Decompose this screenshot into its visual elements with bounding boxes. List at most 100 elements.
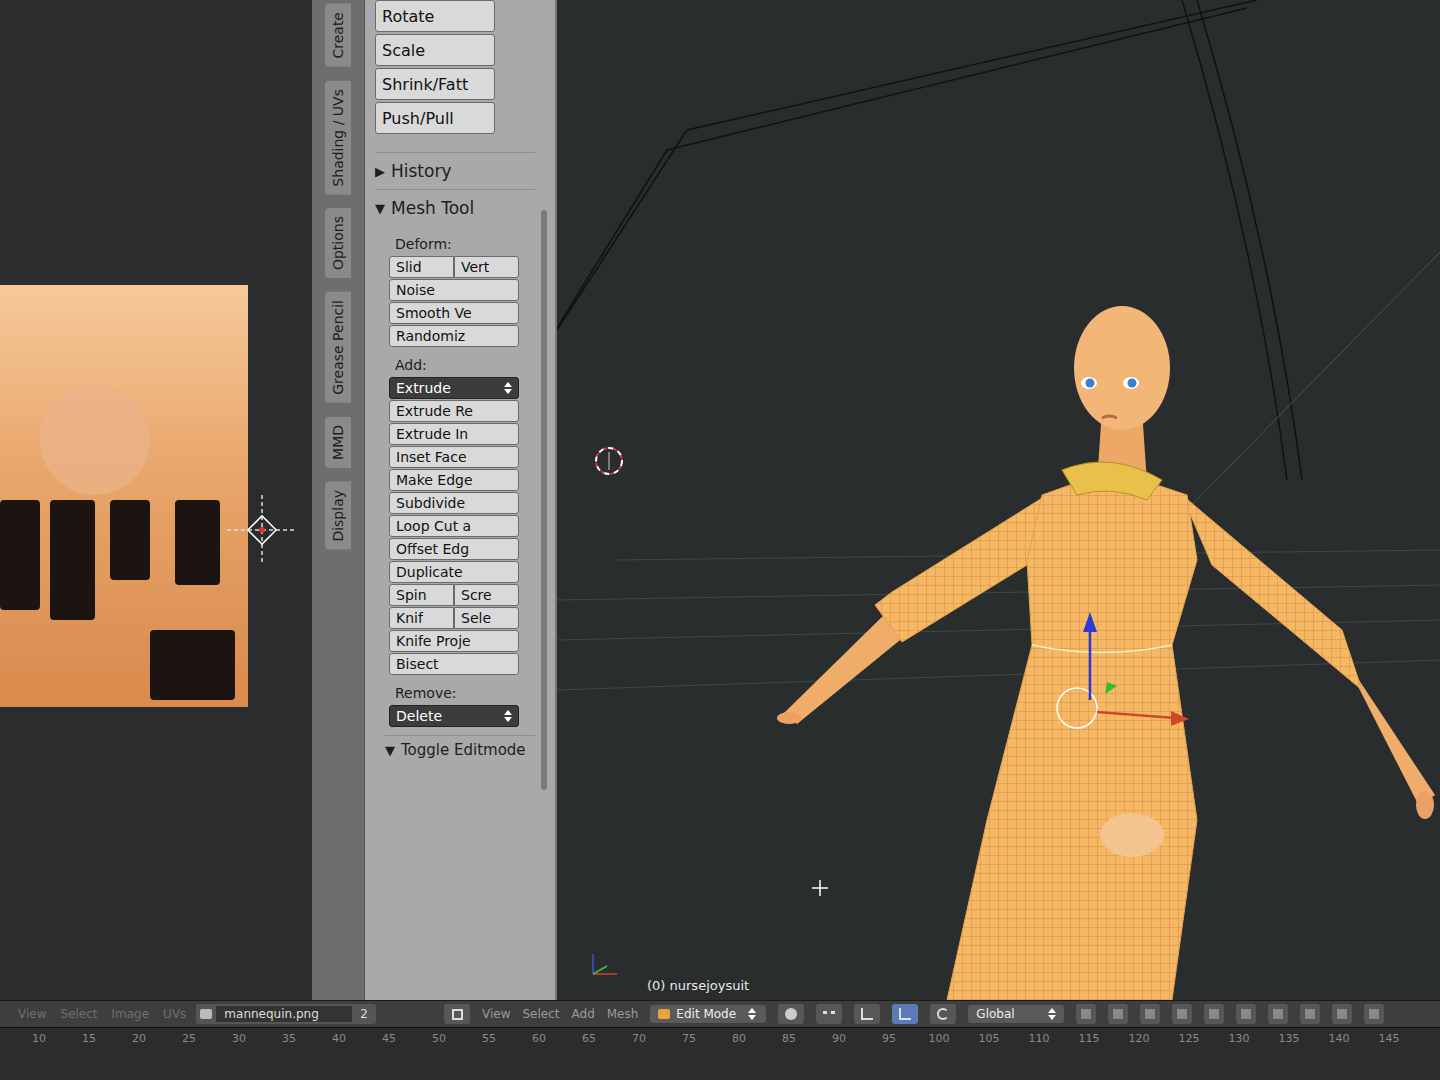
tool-button[interactable]: Duplicate — [389, 561, 519, 583]
frame-tick: 65 — [564, 1032, 614, 1045]
frame-tick: 105 — [964, 1032, 1014, 1045]
frame-tick: 75 — [664, 1032, 714, 1045]
tool-section: Deform:SlidVertNoiseSmooth VeRandomiz — [389, 232, 535, 347]
transform-gizmo-icon[interactable] — [1057, 612, 1189, 728]
dropdown-arrows-icon — [504, 382, 512, 394]
menu-item[interactable]: Select — [60, 1007, 97, 1021]
3d-cursor-icon[interactable] — [596, 448, 622, 474]
menu-item[interactable]: Image — [112, 1007, 150, 1021]
header-tool-icon[interactable] — [1076, 1004, 1096, 1024]
right-eye — [1123, 377, 1139, 389]
tool-button[interactable]: Knif — [389, 607, 454, 629]
image-name: mannequin.png — [216, 1006, 352, 1022]
tool-button[interactable]: Extrude Re — [389, 400, 519, 422]
header-tool-icon[interactable] — [1140, 1004, 1160, 1024]
tool-tab[interactable]: Display — [325, 482, 351, 550]
translate-icon[interactable] — [892, 1004, 918, 1024]
frame-tick: 70 — [614, 1032, 664, 1045]
character-model[interactable] — [777, 306, 1435, 1000]
menu-item[interactable]: Select — [522, 1007, 559, 1021]
tool-button[interactable]: Sele — [454, 607, 519, 629]
image-editor[interactable] — [0, 0, 312, 1000]
editor-type-icon[interactable] — [444, 1004, 470, 1024]
shading-icon[interactable] — [778, 1004, 804, 1024]
button-label: Make Edge — [396, 472, 473, 488]
orientation-label: Global — [976, 1007, 1014, 1021]
tool-tab[interactable]: MMD — [325, 417, 351, 468]
button-row: Subdivide — [389, 492, 519, 514]
pivot-icon[interactable] — [816, 1004, 842, 1024]
waist-seam — [1032, 645, 1172, 653]
rotate-icon[interactable] — [930, 1004, 956, 1024]
frame-tick: 115 — [1064, 1032, 1114, 1045]
header-tool-icon[interactable] — [1172, 1004, 1192, 1024]
tool-button[interactable]: Vert — [454, 256, 519, 278]
transform-button[interactable]: Shrink/Fatt — [375, 68, 495, 100]
tool-button[interactable]: Slid — [389, 256, 454, 278]
orientation-dropdown[interactable]: Global — [968, 1005, 1064, 1023]
texture-part — [150, 630, 235, 700]
transform-button[interactable]: Rotate — [375, 0, 495, 32]
mouth — [1102, 416, 1117, 418]
texture-part — [110, 500, 150, 580]
header-tool-icon[interactable] — [1236, 1004, 1256, 1024]
panel-header[interactable]: ▶History — [375, 152, 535, 189]
panel-header[interactable]: ▼Mesh Tool — [375, 189, 535, 226]
shelf-scrollbar[interactable] — [541, 210, 547, 790]
frame-tick: 20 — [114, 1032, 164, 1045]
y-axis-line — [1177, 250, 1440, 520]
tool-tab[interactable]: Shading / UVs — [325, 81, 351, 195]
header-tool-icon[interactable] — [1300, 1004, 1320, 1024]
2d-cursor-icon[interactable] — [227, 495, 297, 565]
tool-tab[interactable]: Create — [325, 4, 351, 67]
tool-dropdown[interactable]: Extrude — [389, 377, 519, 399]
mode-dropdown[interactable]: Edit Mode — [650, 1005, 766, 1023]
transform-button[interactable]: Push/Pull — [375, 102, 495, 134]
tool-button[interactable]: Bisect — [389, 653, 519, 675]
manipulator-icon[interactable] — [854, 1004, 880, 1024]
tool-button[interactable]: Noise — [389, 279, 519, 301]
image-icon — [200, 1009, 212, 1019]
button-row: Inset Face — [389, 446, 519, 468]
frame-tick: 10 — [14, 1032, 64, 1045]
tool-button[interactable]: Randomiz — [389, 325, 519, 347]
transform-buttons: RotateScaleShrink/FattPush/Pull — [375, 0, 535, 134]
header-tool-icon[interactable] — [1268, 1004, 1288, 1024]
tool-button[interactable]: Inset Face — [389, 446, 519, 468]
timeline-ruler[interactable]: 1015202530354045505560657075808590951001… — [0, 1027, 1440, 1080]
menu-item[interactable]: View — [482, 1007, 510, 1021]
button-label: Randomiz — [396, 328, 465, 344]
button-row: Extrude Re — [389, 400, 519, 422]
tool-button[interactable]: Spin — [389, 584, 454, 606]
tool-button[interactable]: Knife Proje — [389, 630, 519, 652]
tool-tab[interactable]: Options — [325, 208, 351, 278]
tool-button[interactable]: Scre — [454, 584, 519, 606]
transform-button[interactable]: Scale — [375, 34, 495, 66]
3d-viewport[interactable]: (0) nursejoysuit — [557, 0, 1440, 1000]
header-tool-icon[interactable] — [1332, 1004, 1352, 1024]
tool-button[interactable]: Loop Cut a — [389, 515, 519, 537]
texture-image[interactable] — [0, 285, 248, 707]
menu-item[interactable]: UVs — [163, 1007, 186, 1021]
menu-item[interactable]: Add — [572, 1007, 595, 1021]
button-label: Slid — [396, 259, 422, 275]
panel-label: Mesh Tool — [391, 198, 474, 218]
image-selector[interactable]: mannequin.png2 — [196, 1004, 376, 1024]
texture-part — [175, 500, 220, 585]
menu-item[interactable]: Mesh — [607, 1007, 639, 1021]
button-label: Vert — [461, 259, 489, 275]
header-tool-icon[interactable] — [1108, 1004, 1128, 1024]
menu-item[interactable]: View — [18, 1007, 46, 1021]
tool-button[interactable]: Subdivide — [389, 492, 519, 514]
collar — [1062, 462, 1162, 500]
tool-button[interactable]: Make Edge — [389, 469, 519, 491]
tool-button[interactable]: Offset Edg — [389, 538, 519, 560]
tool-dropdown[interactable]: Delete — [389, 705, 519, 727]
panel-header[interactable]: ▼Toggle Editmode — [385, 735, 535, 764]
tool-button[interactable]: Smooth Ve — [389, 302, 519, 324]
header-tool-icon[interactable] — [1364, 1004, 1384, 1024]
header-tool-icon[interactable] — [1204, 1004, 1224, 1024]
tool-button[interactable]: Extrude In — [389, 423, 519, 445]
mode-label: Edit Mode — [676, 1007, 736, 1021]
tool-tab[interactable]: Grease Pencil — [325, 292, 351, 403]
